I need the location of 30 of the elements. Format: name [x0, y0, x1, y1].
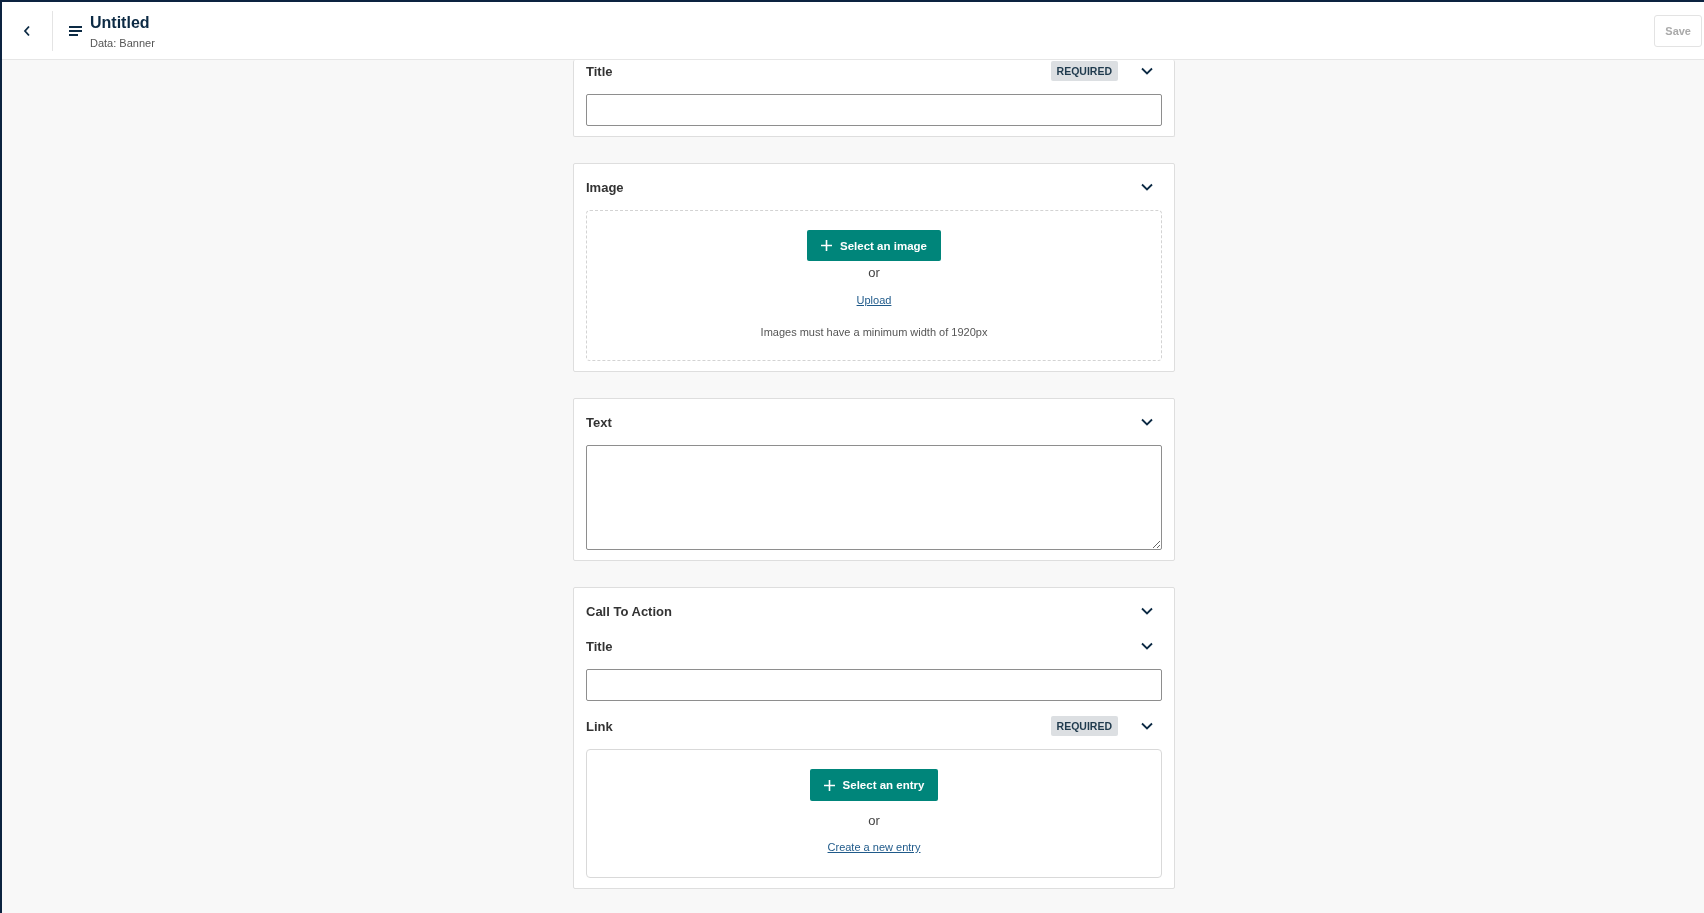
chevron-icon[interactable]: [1141, 642, 1153, 650]
create-entry-link[interactable]: Create a new entry: [827, 841, 921, 853]
page-subtitle: Data: Banner: [90, 37, 155, 49]
chevron-left-icon: [23, 24, 31, 37]
field-label: Title: [586, 638, 613, 654]
field-label: Image: [586, 179, 624, 195]
menu-icon[interactable]: [69, 25, 82, 36]
plus-icon: [821, 240, 833, 251]
field-label: Title: [586, 63, 613, 79]
text-input[interactable]: [586, 94, 1162, 126]
page-title: Untitled: [90, 14, 151, 32]
chevron-icon[interactable]: [1141, 418, 1153, 426]
text-input[interactable]: [586, 669, 1162, 701]
required-badge: REQUIRED: [1050, 61, 1118, 81]
field-label: Text: [586, 414, 612, 430]
select-entry-button[interactable]: Select an entry: [809, 769, 939, 801]
chevron-icon[interactable]: [1141, 607, 1153, 615]
upload-link[interactable]: Upload: [856, 294, 892, 306]
text-area[interactable]: [586, 445, 1162, 550]
required-badge: REQUIRED: [1050, 716, 1118, 736]
chevron-icon[interactable]: [1141, 722, 1153, 730]
chevron-icon[interactable]: [1141, 67, 1153, 75]
select-image-button[interactable]: Select an image: [807, 230, 941, 261]
hint-text: Images must have a minimum width of 1920px: [760, 326, 988, 338]
chevron-icon[interactable]: [1141, 183, 1153, 191]
field-label: Link: [586, 718, 613, 734]
or-text: or: [868, 265, 880, 280]
plus-icon: [823, 779, 835, 791]
field-label: Call To Action: [586, 603, 672, 619]
or-text: or: [868, 813, 880, 828]
